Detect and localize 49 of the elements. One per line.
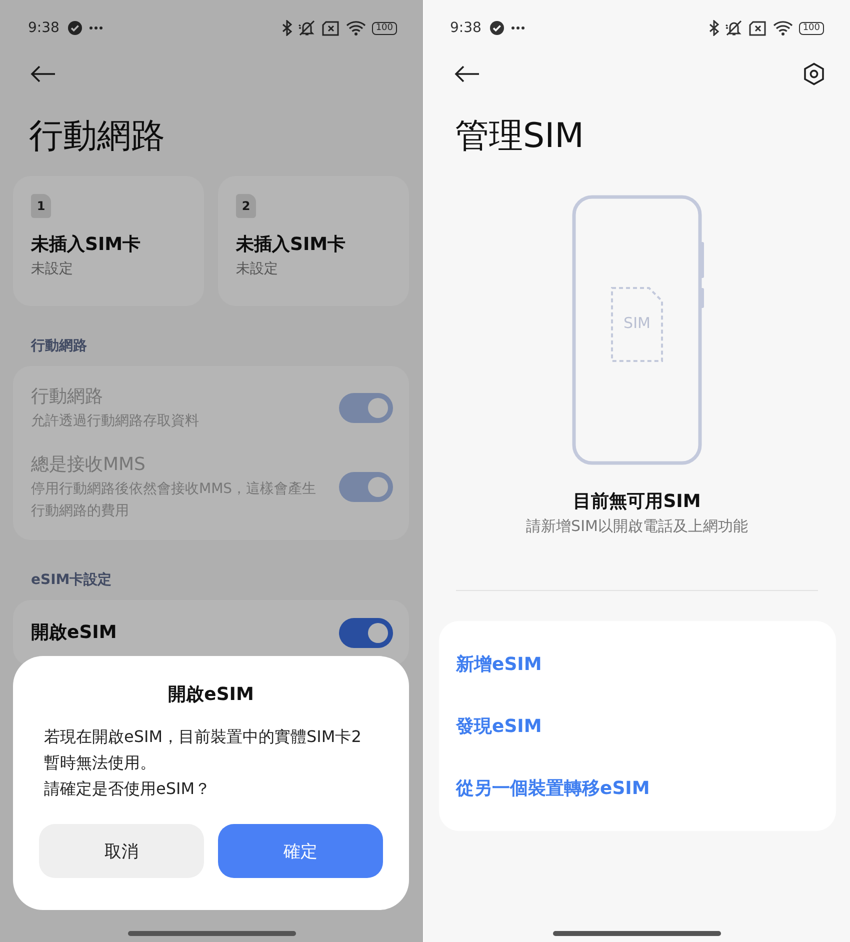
sim-slot-badge: 1: [31, 194, 51, 218]
check-circle-icon: [67, 20, 84, 36]
sim-label: SIM: [624, 314, 650, 332]
dialog-message: 若現在開啟eSIM，目前裝置中的實體SIM卡2暫時無法使用。: [44, 726, 362, 774]
battery-level: 100: [798, 22, 824, 34]
setting-title: 總是接收MMS: [31, 453, 146, 477]
bluetooth-icon: [708, 20, 719, 36]
setting-title: 開啟eSIM: [31, 621, 118, 645]
setting-title: 行動網路: [31, 385, 104, 409]
empty-state-title: 目前無可用SIM: [572, 490, 702, 514]
wifi-icon: [772, 20, 793, 36]
toggle-switch[interactable]: [339, 618, 393, 648]
action-link[interactable]: 發現eSIM: [439, 695, 559, 757]
sim-card[interactable]: 2 未插入SIM卡 未設定: [218, 176, 409, 306]
page-title: 管理SIM: [455, 116, 585, 156]
sim-detail: 未設定: [236, 260, 278, 278]
cancel-button[interactable]: 取消: [39, 824, 204, 878]
action-link[interactable]: 新增eSIM: [439, 633, 559, 695]
settings-icon[interactable]: [802, 62, 826, 86]
sim-detail: 未設定: [31, 260, 73, 278]
empty-state-description: 請新增SIM以開啟電話及上網功能: [525, 516, 749, 537]
sim-card-icon: [611, 287, 663, 362]
status-time: 9:38: [28, 20, 60, 36]
section-header: 行動網路: [31, 337, 88, 356]
more-icon: [89, 26, 104, 30]
dialog-title: 開啟eSIM: [167, 683, 255, 707]
more-icon: [511, 26, 526, 30]
no-sim-icon: [748, 20, 767, 36]
setting-description: 允許透過行動網路存取資料: [31, 412, 200, 431]
confirm-button[interactable]: 確定: [218, 824, 383, 878]
sim-status: 未插入SIM卡: [236, 233, 346, 256]
check-circle-icon: [489, 20, 506, 36]
muted-bell-icon: [298, 20, 316, 36]
back-arrow-icon[interactable]: [454, 65, 480, 83]
action-link[interactable]: 從另一個裝置轉移eSIM: [439, 757, 667, 819]
bluetooth-icon: [282, 20, 292, 36]
sim-status: 未插入SIM卡: [31, 233, 141, 256]
section-header: eSIM卡設定: [31, 570, 113, 590]
no-sim-icon: [322, 20, 340, 36]
sim-card[interactable]: 1 未插入SIM卡 未設定: [13, 176, 204, 306]
status-time: 9:38: [450, 20, 482, 36]
sim-slot-badge: 2: [236, 194, 256, 218]
wifi-icon: [346, 20, 366, 36]
back-arrow-icon[interactable]: [30, 65, 56, 83]
battery-level: 100: [372, 22, 397, 34]
setting-description: 停用行動網路後依然會接收MMS，這樣會產生行動網路的費用: [31, 480, 318, 521]
muted-bell-icon: [724, 20, 743, 36]
page-title: 行動網路: [29, 116, 166, 156]
dialog-message: 請確定是否使用eSIM？: [44, 778, 212, 800]
